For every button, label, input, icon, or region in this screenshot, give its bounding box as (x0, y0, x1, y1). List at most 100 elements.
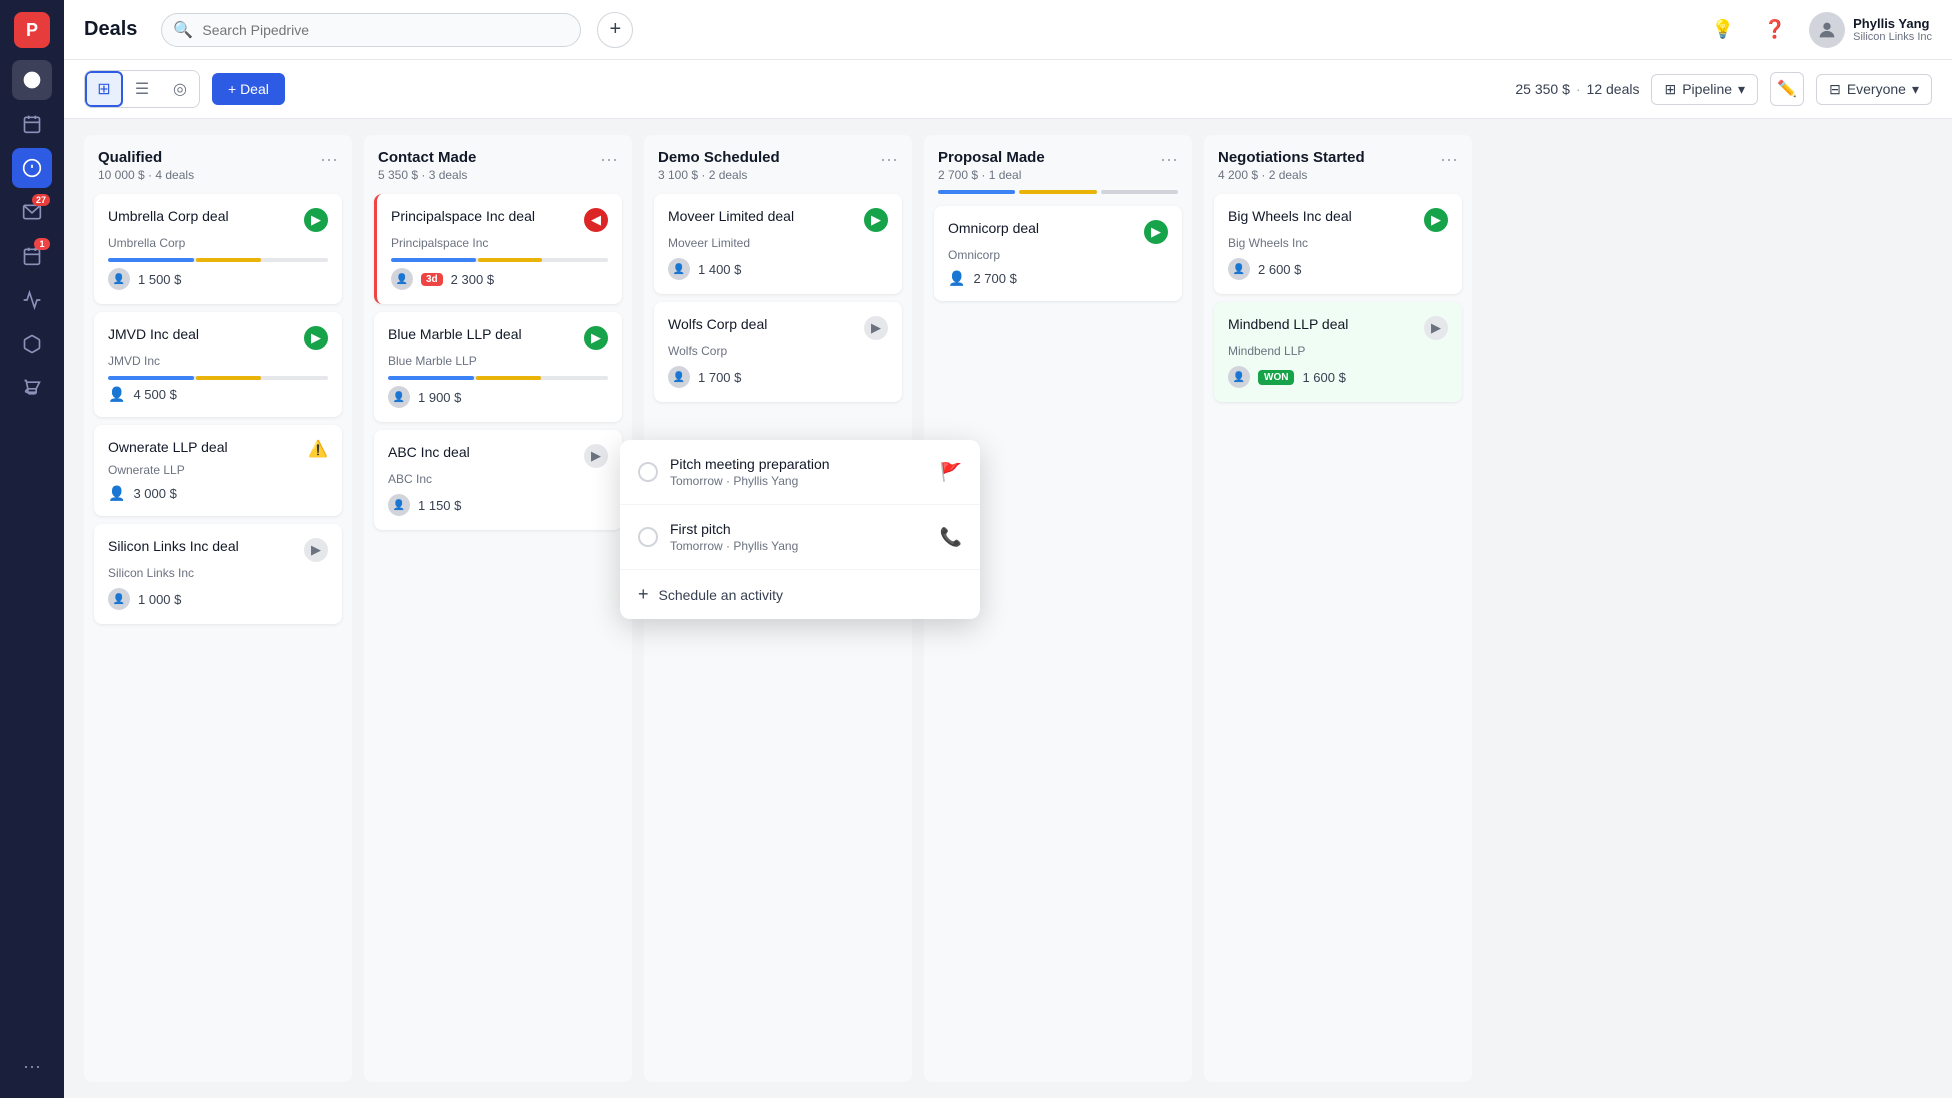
sidebar-item-home[interactable] (12, 60, 52, 100)
card-company: Silicon Links Inc (108, 566, 328, 580)
sidebar-item-activities[interactable] (12, 104, 52, 144)
card-title: Wolfs Corp deal (668, 316, 856, 332)
card-blue-marble[interactable]: Blue Marble LLP deal ▶ Blue Marble LLP 👤… (374, 312, 622, 422)
sidebar-item-mail[interactable]: 27 (12, 192, 52, 232)
sidebar-item-reports[interactable] (12, 280, 52, 320)
card-company: Umbrella Corp (108, 236, 328, 250)
help-icon[interactable]: ❓ (1757, 12, 1793, 48)
user-name: Phyllis Yang (1853, 16, 1932, 31)
card-company: Blue Marble LLP (388, 354, 608, 368)
progress-bar (388, 376, 608, 380)
edit-pipeline-button[interactable]: ✏️ (1770, 72, 1804, 106)
card-moveer-limited[interactable]: Moveer Limited deal ▶ Moveer Limited 👤 1… (654, 194, 902, 294)
column-header-contact-made: Contact Made 5 350 $ · 3 deals ··· (364, 135, 632, 190)
pipeline-label: Pipeline (1682, 81, 1732, 97)
overdue-badge: 3d (421, 273, 443, 286)
sidebar: P 27 1 ··· (0, 0, 64, 1098)
search-input[interactable] (161, 13, 581, 47)
total-value: 25 350 $ (1515, 81, 1570, 97)
toolbar: ⊞ ☰ ◎ + Deal 25 350 $ · 12 deals ⊞ Pipel… (64, 60, 1952, 119)
card-avatar: 👤 (108, 588, 130, 610)
card-company: JMVD Inc (108, 354, 328, 368)
sidebar-item-marketplace[interactable] (12, 368, 52, 408)
card-silicon-links[interactable]: Silicon Links Inc deal ▶ Silicon Links I… (94, 524, 342, 624)
forecast-view-button[interactable]: ◎ (161, 71, 199, 107)
card-principalspace[interactable]: Principalspace Inc deal ◀ Principalspace… (374, 194, 622, 304)
card-umbrella-corp[interactable]: Umbrella Corp deal ▶ Umbrella Corp 👤 1 5… (94, 194, 342, 304)
column-meta-contact-made: 5 350 $ · 3 deals (378, 168, 476, 182)
card-amount: 1 700 $ (698, 370, 741, 385)
card-mindbend-llp[interactable]: Mindbend LLP deal ▶ Mindbend LLP 👤 WON 1… (1214, 302, 1462, 402)
card-amount: 1 150 $ (418, 498, 461, 513)
column-menu-qualified[interactable]: ··· (320, 149, 338, 170)
card-arrow: ▶ (584, 444, 608, 468)
column-menu-demo-scheduled[interactable]: ··· (880, 149, 898, 170)
progress-bar (108, 258, 328, 262)
search-bar: 🔍 (161, 13, 581, 47)
card-company: Mindbend LLP (1228, 344, 1448, 358)
card-avatar: 👤 (668, 366, 690, 388)
card-title: Mindbend LLP deal (1228, 316, 1416, 332)
pipeline-chevron: ▾ (1738, 81, 1745, 98)
card-omnicorp[interactable]: Omnicorp deal ▶ Omnicorp 👤 2 700 $ (934, 206, 1182, 301)
column-header-qualified: Qualified 10 000 $ · 4 deals ··· (84, 135, 352, 190)
activity-checkbox[interactable] (638, 462, 658, 482)
activity-meta: Tomorrow · Phyllis Yang (670, 474, 928, 488)
board-view-button[interactable]: ⊞ (85, 71, 123, 107)
schedule-label: Schedule an activity (659, 587, 784, 603)
avatar (1809, 12, 1845, 48)
sidebar-item-calendar[interactable]: 1 (12, 236, 52, 276)
column-meta-proposal-made: 2 700 $ · 1 deal (938, 168, 1045, 182)
activity-item-pitch-meeting[interactable]: Pitch meeting preparation Tomorrow · Phy… (620, 440, 980, 505)
card-amount: 2 600 $ (1258, 262, 1301, 277)
person-icon: 👤 (948, 270, 965, 287)
schedule-activity-link[interactable]: + Schedule an activity (620, 570, 980, 619)
column-body-negotiations-started: Big Wheels Inc deal ▶ Big Wheels Inc 👤 2… (1204, 190, 1472, 412)
card-arrow: ▶ (584, 326, 608, 350)
card-avatar: 👤 (108, 268, 130, 290)
card-ownerate-llp[interactable]: Ownerate LLP deal ⚠️ Ownerate LLP 👤 3 00… (94, 425, 342, 516)
card-title: Umbrella Corp deal (108, 208, 296, 224)
lightbulb-icon[interactable]: 💡 (1705, 12, 1741, 48)
card-abc-inc[interactable]: ABC Inc deal ▶ ABC Inc 👤 1 150 $ (374, 430, 622, 530)
avatar-info: Phyllis Yang Silicon Links Inc (1853, 16, 1932, 43)
user-company: Silicon Links Inc (1853, 31, 1932, 43)
column-title-negotiations-started: Negotiations Started (1218, 149, 1365, 166)
filter-button[interactable]: ⊟ Everyone ▾ (1816, 74, 1932, 105)
column-body-proposal-made: Omnicorp deal ▶ Omnicorp 👤 2 700 $ (924, 202, 1192, 311)
card-amount: 1 000 $ (138, 592, 181, 607)
card-big-wheels[interactable]: Big Wheels Inc deal ▶ Big Wheels Inc 👤 2… (1214, 194, 1462, 294)
card-footer: 👤 3 000 $ (108, 485, 328, 502)
card-arrow: ▶ (1144, 220, 1168, 244)
calendar-badge: 1 (34, 238, 50, 250)
user-profile[interactable]: Phyllis Yang Silicon Links Inc (1809, 12, 1932, 48)
activity-item-first-pitch[interactable]: First pitch Tomorrow · Phyllis Yang 📞 (620, 505, 980, 570)
column-menu-contact-made[interactable]: ··· (600, 149, 618, 170)
card-footer: 👤 1 150 $ (388, 494, 608, 516)
app-logo[interactable]: P (14, 12, 50, 48)
column-header-negotiations-started: Negotiations Started 4 200 $ · 2 deals ·… (1204, 135, 1472, 190)
toolbar-stats: 25 350 $ · 12 deals (1515, 81, 1639, 97)
activity-checkbox[interactable] (638, 527, 658, 547)
activity-meta: Tomorrow · Phyllis Yang (670, 539, 928, 553)
card-arrow: ▶ (864, 316, 888, 340)
sidebar-more[interactable]: ··· (12, 1046, 52, 1086)
pipeline-icon: ⊞ (1664, 81, 1676, 98)
card-title: Ownerate LLP deal (108, 439, 308, 455)
card-amount: 4 500 $ (133, 387, 176, 402)
column-menu-negotiations-started[interactable]: ··· (1440, 149, 1458, 170)
sidebar-item-products[interactable] (12, 324, 52, 364)
sidebar-item-deals[interactable] (12, 148, 52, 188)
add-deal-button[interactable]: + Deal (212, 73, 285, 105)
card-wolfs-corp[interactable]: Wolfs Corp deal ▶ Wolfs Corp 👤 1 700 $ (654, 302, 902, 402)
column-menu-proposal-made[interactable]: ··· (1160, 149, 1178, 170)
header: Deals 🔍 + 💡 ❓ Phyllis Yang Silicon Links… (64, 0, 1952, 60)
card-amount: 2 700 $ (973, 271, 1016, 286)
card-jmvd-inc[interactable]: JMVD Inc deal ▶ JMVD Inc 👤 4 500 $ (94, 312, 342, 417)
add-button[interactable]: + (597, 12, 633, 48)
column-contact-made: Contact Made 5 350 $ · 3 deals ··· Princ… (364, 135, 632, 1082)
pipeline-selector[interactable]: ⊞ Pipeline ▾ (1651, 74, 1758, 105)
card-footer: 👤 1 700 $ (668, 366, 888, 388)
phone-icon: 📞 (940, 527, 962, 548)
list-view-button[interactable]: ☰ (123, 71, 161, 107)
